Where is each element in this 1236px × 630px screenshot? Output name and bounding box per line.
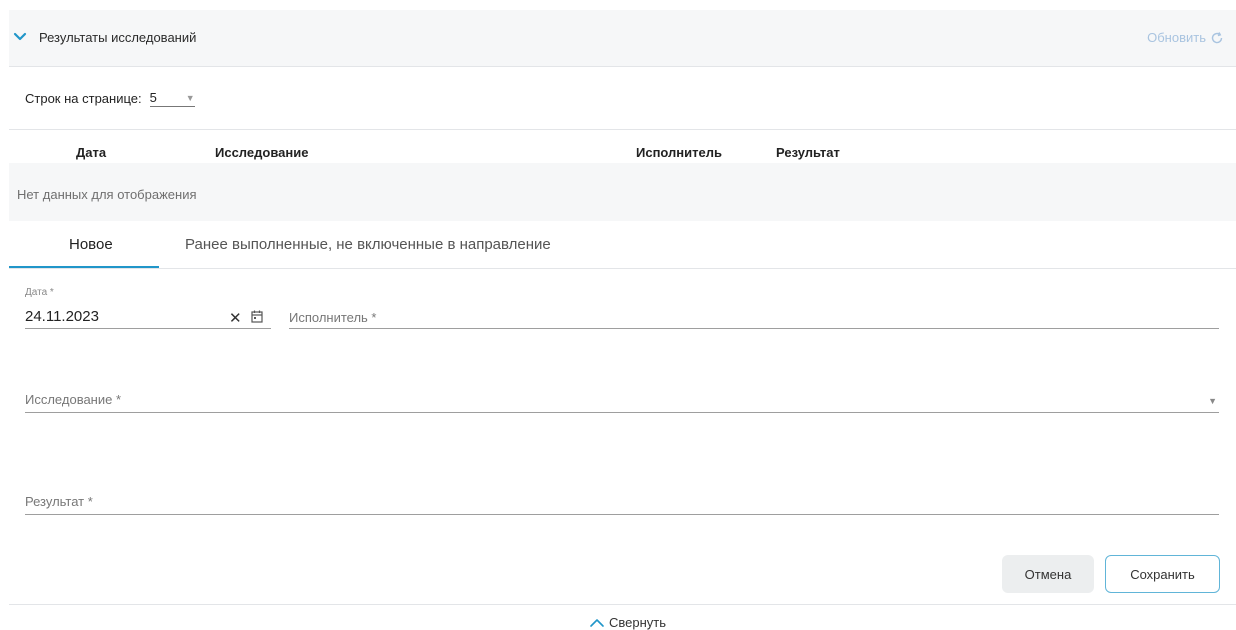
executor-placeholder: Исполнитель * [289,310,377,325]
collapse-button[interactable]: Свернуть [589,615,666,630]
empty-table-row: Нет данных для отображения [9,163,1236,221]
column-header-result[interactable]: Результат [776,145,840,160]
research-results-panel: Результаты исследований Обновить Строк н… [9,10,1236,630]
refresh-icon [1211,31,1223,43]
refresh-button[interactable]: Обновить [1147,30,1224,45]
rows-per-page-value: 5 [149,90,157,105]
collapse-label: Свернуть [609,615,667,630]
tab-bar: Новое Ранее выполненные, не включенные в… [9,222,1236,269]
column-header-study[interactable]: Исследование [215,145,308,160]
chevron-up-icon [590,618,604,627]
date-field-label: Дата * [25,287,54,298]
column-header-date[interactable]: Дата [76,145,106,160]
rows-per-page-select[interactable]: 5 ▼ [149,90,195,107]
result-placeholder: Результат * [25,494,93,509]
panel-header[interactable]: Результаты исследований Обновить [9,10,1236,67]
result-field[interactable]: Результат * [25,486,1219,515]
panel-title: Результаты исследований [39,30,197,45]
calendar-icon[interactable] [251,310,263,323]
rows-per-page-label: Строк на странице: [25,91,142,106]
executor-field[interactable]: Исполнитель * [289,300,1219,329]
cancel-button[interactable]: Отмена [1002,555,1094,593]
empty-table-text: Нет данных для отображения [17,187,197,202]
refresh-label: Обновить [1147,30,1206,45]
rows-per-page: Строк на странице: 5 ▼ [25,90,195,107]
study-select[interactable]: Исследование * ▼ [25,384,1219,413]
panel-footer: Свернуть [9,604,1236,630]
caret-down-icon: ▼ [185,93,195,103]
date-field[interactable]: 24.11.2023 ✕ [25,300,271,329]
caret-down-icon[interactable]: ▼ [1208,396,1217,406]
save-button[interactable]: Сохранить [1105,555,1220,593]
clear-icon[interactable]: ✕ [229,309,242,327]
date-field-value: 24.11.2023 [25,308,99,325]
study-placeholder: Исследование * [25,392,122,407]
tab-previously-performed[interactable]: Ранее выполненные, не включенные в напра… [185,236,551,253]
column-header-executor[interactable]: Исполнитель [636,145,722,160]
active-tab-indicator [9,266,159,268]
chevron-down-icon[interactable] [13,30,27,44]
table-header: Дата Исследование Исполнитель Результат [9,129,1236,164]
tab-new[interactable]: Новое [69,236,113,253]
